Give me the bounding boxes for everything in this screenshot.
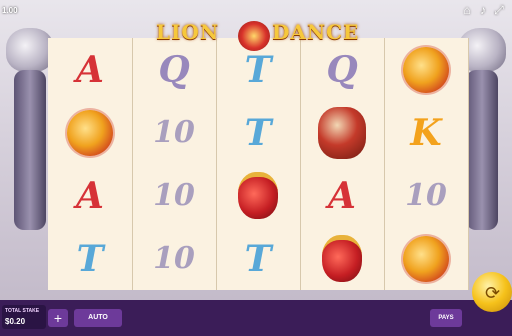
- drum-symbol: [300, 101, 384, 164]
- symbol-text: T: [76, 237, 104, 280]
- orb-symbol: [384, 227, 468, 290]
- letter-symbol: A: [48, 38, 132, 101]
- autoplay-button[interactable]: AUTO: [74, 309, 122, 327]
- reel-3: TTT: [216, 38, 301, 290]
- letter-symbol: A: [300, 164, 384, 227]
- title-word-right: DANCE: [272, 20, 360, 44]
- game-title: LION DANCE: [150, 12, 360, 52]
- symbol-text: T: [244, 111, 272, 154]
- orb-icon: [403, 46, 449, 93]
- letter-symbol: A: [48, 164, 132, 227]
- symbol-text: A: [76, 48, 104, 91]
- letter-symbol: 10: [132, 164, 216, 227]
- lion-body-right: [466, 70, 498, 230]
- reel-grid: A A T Q 10 10 10 T T T Q A K 10: [48, 38, 469, 290]
- orb-symbol: [384, 38, 468, 101]
- spin-button[interactable]: ⟳: [468, 270, 512, 332]
- stake-value: $0.20: [5, 317, 26, 326]
- symbol-text: T: [244, 237, 272, 280]
- orb-icon: [403, 235, 449, 282]
- spin-arrow-icon: ⟳: [485, 283, 501, 303]
- title-word-left: LION: [156, 20, 220, 44]
- title-medal-icon: [238, 21, 270, 51]
- letter-symbol: K: [384, 101, 468, 164]
- stake-box: TOTAL STAKE $0.20: [2, 305, 46, 329]
- letter-symbol: T: [216, 101, 300, 164]
- symbol-text: K: [410, 111, 442, 154]
- symbol-text: 10: [153, 178, 195, 213]
- symbol-text: T: [244, 48, 272, 91]
- letter-symbol: 10: [384, 164, 468, 227]
- lion-head-left: [6, 28, 54, 72]
- lantern-icon: [322, 235, 362, 282]
- lantern-symbol: [300, 227, 384, 290]
- symbol-text: Q: [326, 48, 358, 91]
- drum-icon: [318, 106, 366, 159]
- letter-symbol: T: [48, 227, 132, 290]
- reel-4: QA: [300, 38, 385, 290]
- lantern-symbol: [216, 164, 300, 227]
- symbol-text: 10: [153, 241, 195, 276]
- letter-symbol: 10: [132, 227, 216, 290]
- orb-symbol: [48, 101, 132, 164]
- reel-2: Q 10 10 10: [132, 38, 217, 290]
- lantern-icon: [238, 172, 278, 219]
- orb-icon: [67, 109, 113, 156]
- reel-1: AAT: [48, 38, 133, 290]
- symbol-text: 10: [405, 178, 447, 213]
- paytable-button[interactable]: PAYS: [430, 309, 462, 327]
- letter-symbol: T: [216, 227, 300, 290]
- symbol-text: 10: [153, 115, 195, 150]
- symbol-text: A: [328, 174, 356, 217]
- symbol-text: A: [76, 174, 104, 217]
- lion-body-left: [14, 70, 46, 230]
- increase-stake-button[interactable]: +: [48, 309, 68, 327]
- reel-5: K 10: [384, 38, 469, 290]
- stake-label: TOTAL STAKE: [5, 308, 40, 314]
- symbol-text: Q: [158, 48, 190, 91]
- letter-symbol: 10: [132, 101, 216, 164]
